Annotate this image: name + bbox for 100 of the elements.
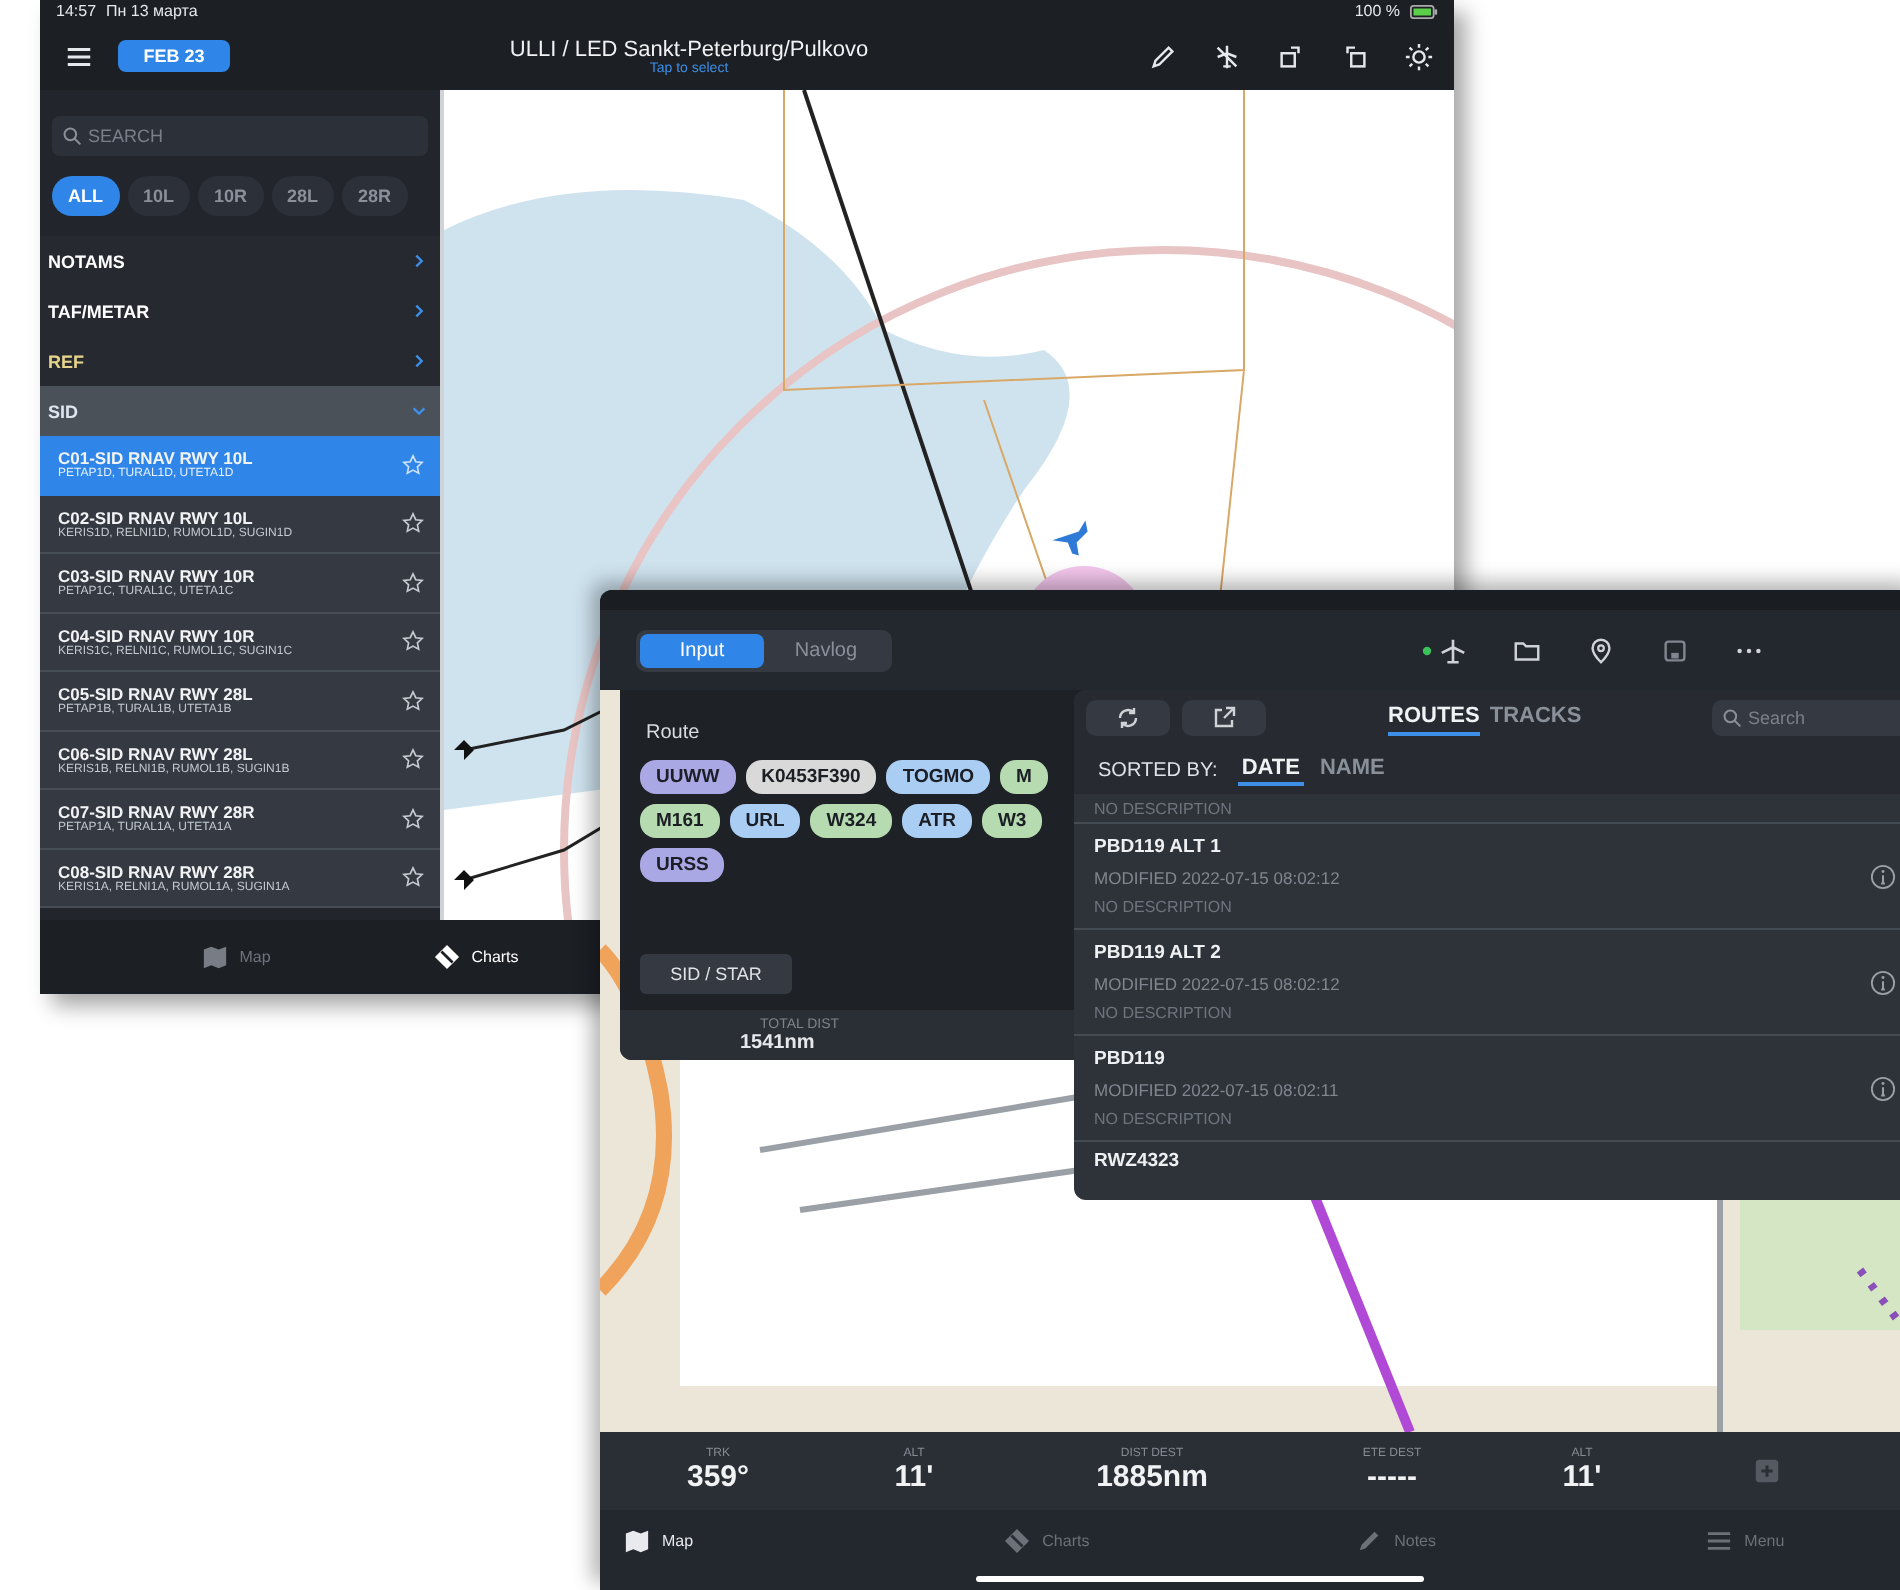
star-icon[interactable] <box>402 689 424 712</box>
waypoint-chip[interactable]: M <box>1000 760 1048 794</box>
rotate-right-icon[interactable] <box>1276 41 1306 71</box>
mode-tab[interactable]: Input <box>640 633 764 667</box>
date-button[interactable]: FEB 23 <box>118 40 230 72</box>
charts-icon <box>1004 1528 1031 1554</box>
map-icon <box>624 1528 650 1554</box>
waypoint-chip[interactable]: W324 <box>810 804 893 838</box>
battery-icon <box>1410 3 1438 19</box>
section-row[interactable]: REF <box>40 336 440 386</box>
waypoint-chip[interactable]: URSS <box>640 848 725 882</box>
section-label: TAF/METAR <box>48 301 150 321</box>
runway-filter-chip[interactable]: 10R <box>198 176 264 216</box>
section-label: NOTAMS <box>48 251 125 271</box>
tab-bar-item[interactable]: Charts <box>356 920 596 994</box>
info-icon[interactable] <box>1870 863 1896 889</box>
star-icon[interactable] <box>402 453 424 476</box>
rotate-left-icon[interactable] <box>1340 41 1370 71</box>
waypoint-chip[interactable]: K0453F390 <box>745 760 877 794</box>
sort-option[interactable]: DATE <box>1237 754 1304 786</box>
star-icon[interactable] <box>402 866 424 889</box>
sid-star-button[interactable]: SID / STAR <box>640 954 792 994</box>
tab-bar-item[interactable]: Map <box>600 1510 873 1590</box>
brightness-icon[interactable] <box>1404 41 1434 71</box>
sid-title: C07-SID RNAV RWY 28R <box>58 802 255 823</box>
sort-option[interactable]: NAME <box>1315 754 1389 786</box>
info-icon[interactable] <box>1870 969 1896 995</box>
mode-tab[interactable]: Navlog <box>764 633 888 667</box>
route-list-item[interactable]: PBD119 MODIFIED 2022-07-15 08:02:11 NO DESCRIPTION <box>1074 1036 1900 1142</box>
sid-title: C08-SID RNAV RWY 28R <box>58 861 255 882</box>
waypoint-chip[interactable]: TOGMO <box>886 760 991 794</box>
route-name: RWZ4323 <box>1094 1149 1180 1171</box>
status-dot-icon <box>1422 645 1432 655</box>
section-label: REF <box>48 351 84 371</box>
airplane-icon[interactable] <box>1438 635 1468 665</box>
route-name: PBD119 <box>1094 1048 1167 1070</box>
data-value: 1885nm <box>1096 1460 1208 1494</box>
total-dist-value: 1541nm <box>740 1032 815 1054</box>
star-icon[interactable] <box>402 630 424 653</box>
star-icon[interactable] <box>402 512 424 535</box>
data-value: 11' <box>1562 1460 1602 1494</box>
sid-title: C06-SID RNAV RWY 28L <box>58 743 253 764</box>
map-icon <box>201 944 228 970</box>
search-icon <box>62 126 82 146</box>
status-time: 14:57 <box>56 2 97 20</box>
data-value: 359° <box>686 1460 750 1494</box>
route-modified-date: MODIFIED 2022-07-15 08:02:12 <box>1094 974 1340 994</box>
chevron-icon <box>410 352 428 370</box>
routes-tab[interactable]: TRACKS <box>1489 700 1582 736</box>
routes-tab[interactable]: ROUTES <box>1388 700 1480 736</box>
sid-title: C01-SID RNAV RWY 10L <box>58 448 253 469</box>
chevron-icon <box>410 252 428 270</box>
save-icon[interactable] <box>1660 635 1690 665</box>
search-icon <box>1722 708 1742 728</box>
waypoint-chip[interactable]: URL <box>729 804 801 838</box>
waypoint-chip[interactable]: W3 <box>981 804 1043 838</box>
route-list-item[interactable]: PBD119 ALT 2 MODIFIED 2022-07-15 08:02:12 NO DESCRIPTION <box>1074 930 1900 1036</box>
route-description: NO DESCRIPTION <box>1094 1004 1234 1022</box>
info-icon[interactable] <box>1870 1075 1896 1101</box>
airplane-icon <box>1048 516 1092 560</box>
route-list-item[interactable]: PBD119 ALT 1 MODIFIED 2022-07-15 08:02:12 NO DESCRIPTION <box>1074 824 1900 930</box>
sid-title: C04-SID RNAV RWY 10R <box>58 625 255 646</box>
star-icon[interactable] <box>402 748 424 771</box>
route-modified-date: MODIFIED 2022-07-15 08:02:11 <box>1094 1080 1339 1100</box>
crossed-plane-icon[interactable] <box>1212 41 1242 71</box>
waypoint-chip[interactable]: ATR <box>902 804 972 838</box>
search-field[interactable]: Search <box>1712 700 1900 736</box>
location-pin-icon[interactable] <box>1586 635 1616 665</box>
route-name: PBD119 ALT 1 <box>1094 836 1223 858</box>
runway-filter-chip[interactable]: 28L <box>271 176 335 216</box>
route-modified-date: MODIFIED 2022-07-15 08:02:12 <box>1094 868 1340 888</box>
search-field[interactable]: SEARCH <box>52 116 428 156</box>
runway-filter-chip[interactable]: ALL <box>52 176 119 216</box>
sid-title: C02-SID RNAV RWY 10L <box>58 507 253 528</box>
sid-title: C05-SID RNAV RWY 28L <box>58 684 253 705</box>
section-row[interactable]: SID <box>40 386 440 436</box>
waypoint-chip[interactable]: M161 <box>640 804 720 838</box>
pencil-icon[interactable] <box>1148 41 1178 71</box>
star-icon[interactable] <box>402 807 424 830</box>
menu-icon <box>1706 1528 1733 1554</box>
battery-percent: 100 % <box>1354 2 1400 20</box>
chevron-icon <box>410 402 428 420</box>
sid-title: C03-SID RNAV RWY 10R <box>58 566 255 587</box>
star-icon[interactable] <box>402 571 424 594</box>
pencil-icon <box>1356 1528 1383 1554</box>
runway-filter-chip[interactable]: 10L <box>127 176 191 216</box>
route-description: NO DESCRIPTION <box>1094 1110 1234 1128</box>
airport-title: ULLI / LED Sankt-Peterburg/Pulkovo <box>509 37 869 61</box>
section-label: SID <box>48 401 79 421</box>
section-row[interactable]: NOTAMS <box>40 236 440 286</box>
section-row[interactable]: TAF/METAR <box>40 286 440 336</box>
waypoint-chip[interactable]: UUWW <box>640 760 736 794</box>
data-value: ----- <box>1367 1460 1417 1494</box>
route-label: Route <box>646 722 702 744</box>
runway-filter-chip[interactable]: 28R <box>342 176 408 216</box>
refresh-button[interactable] <box>1086 700 1170 736</box>
export-button[interactable] <box>1182 700 1266 736</box>
data-value: 11' <box>894 1460 934 1494</box>
chevron-icon <box>410 302 428 320</box>
route-description: NO DESCRIPTION <box>1094 799 1232 817</box>
